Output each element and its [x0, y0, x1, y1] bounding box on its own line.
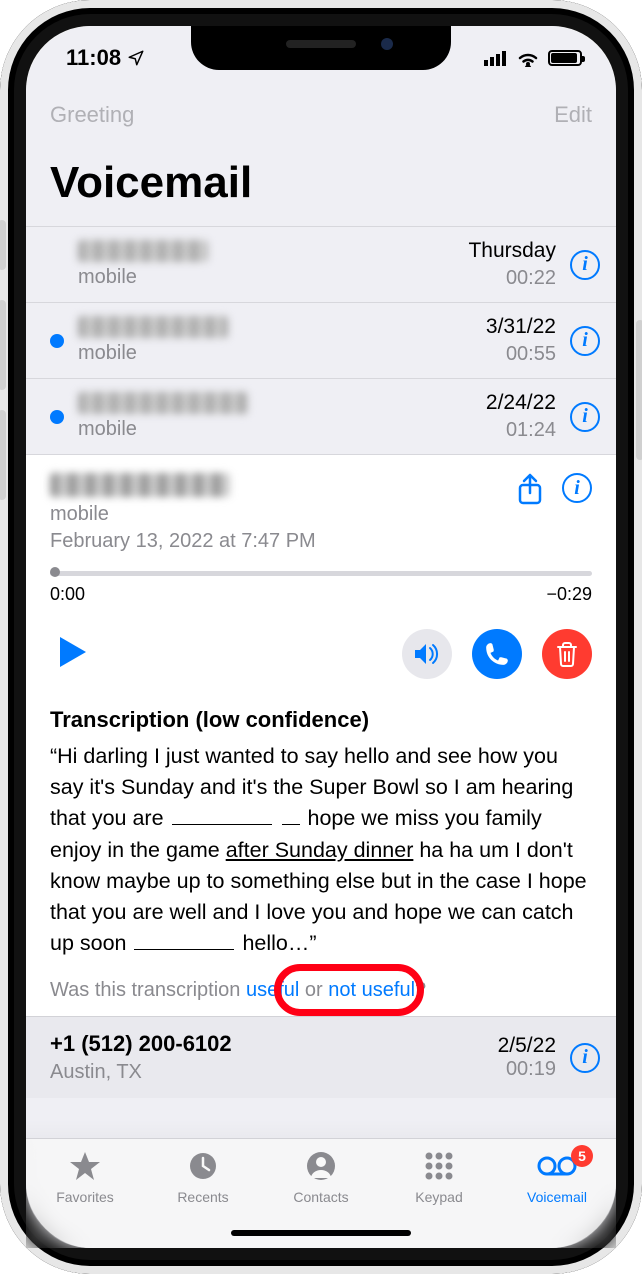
row-duration: 00:19 — [498, 1058, 556, 1081]
battery-icon — [548, 50, 582, 66]
share-icon[interactable] — [516, 473, 544, 512]
caller-name — [50, 473, 230, 497]
edit-button[interactable]: Edit — [554, 102, 592, 128]
person-icon — [271, 1149, 371, 1183]
star-icon — [35, 1149, 135, 1183]
tab-keypad[interactable]: Keypad — [389, 1149, 489, 1205]
voicemail-row[interactable]: +1 (512) 200-6102 Austin, TX 2/5/22 00:1… — [26, 1016, 616, 1098]
home-indicator[interactable] — [231, 1230, 411, 1236]
info-icon[interactable]: i — [570, 402, 600, 432]
transcription-feedback: Was this transcription useful or not use… — [50, 979, 592, 1002]
wifi-icon — [516, 49, 540, 67]
not-useful-link[interactable]: not useful — [328, 979, 415, 1001]
transcription-text: “Hi darling I just wanted to say hello a… — [50, 741, 592, 959]
row-duration: 00:55 — [486, 343, 556, 366]
voicemail-row[interactable]: mobile Thursday 00:22 i — [26, 227, 616, 303]
voicemail-timestamp: February 13, 2022 at 7:47 PM — [50, 530, 516, 553]
clock-icon — [153, 1149, 253, 1183]
unread-dot — [50, 410, 64, 424]
transcription-heading: Transcription (low confidence) — [50, 707, 592, 733]
location-icon — [127, 49, 145, 67]
tab-contacts[interactable]: Contacts — [271, 1149, 371, 1205]
caller-name — [78, 240, 208, 262]
time-remaining: −0:29 — [546, 584, 592, 605]
row-date: 2/5/22 — [498, 1034, 556, 1058]
caller-name — [78, 316, 228, 338]
greeting-button[interactable]: Greeting — [50, 102, 134, 128]
info-icon[interactable]: i — [570, 1043, 600, 1073]
row-duration: 01:24 — [486, 419, 556, 442]
info-icon[interactable]: i — [570, 326, 600, 356]
speaker-button[interactable] — [402, 629, 452, 679]
voicemail-row[interactable]: mobile 3/31/22 00:55 i — [26, 303, 616, 379]
caller-label: mobile — [50, 503, 516, 526]
page-title: Voicemail — [26, 128, 616, 226]
voicemail-badge: 5 — [571, 1145, 593, 1167]
voicemail-detail: mobile February 13, 2022 at 7:47 PM i 0:… — [26, 455, 616, 1016]
caller-label: mobile — [78, 342, 486, 365]
caller-label: mobile — [78, 418, 486, 441]
caller-number: +1 (512) 200-6102 — [50, 1031, 498, 1057]
caller-label: mobile — [78, 266, 468, 289]
call-back-button[interactable] — [472, 629, 522, 679]
keypad-icon — [389, 1149, 489, 1183]
cellular-icon — [484, 50, 508, 66]
unread-dot — [50, 334, 64, 348]
row-date: Thursday — [468, 239, 556, 263]
caller-location: Austin, TX — [50, 1061, 498, 1084]
info-icon[interactable]: i — [562, 473, 592, 503]
tab-voicemail[interactable]: Voicemail 5 — [507, 1149, 607, 1205]
playback-scrubber[interactable]: 0:00 −0:29 — [50, 571, 592, 605]
tab-recents[interactable]: Recents — [153, 1149, 253, 1205]
row-date: 2/24/22 — [486, 391, 556, 415]
delete-button[interactable] — [542, 629, 592, 679]
status-time: 11:08 — [66, 45, 121, 71]
info-icon[interactable]: i — [570, 250, 600, 280]
tab-favorites[interactable]: Favorites — [35, 1149, 135, 1205]
caller-name — [78, 392, 248, 414]
voicemail-row[interactable]: mobile 2/24/22 01:24 i — [26, 379, 616, 455]
play-button[interactable] — [58, 635, 88, 674]
unread-dot — [50, 258, 64, 272]
useful-link[interactable]: useful — [246, 979, 299, 1001]
row-date: 3/31/22 — [486, 315, 556, 339]
row-duration: 00:22 — [468, 267, 556, 290]
time-elapsed: 0:00 — [50, 584, 85, 605]
